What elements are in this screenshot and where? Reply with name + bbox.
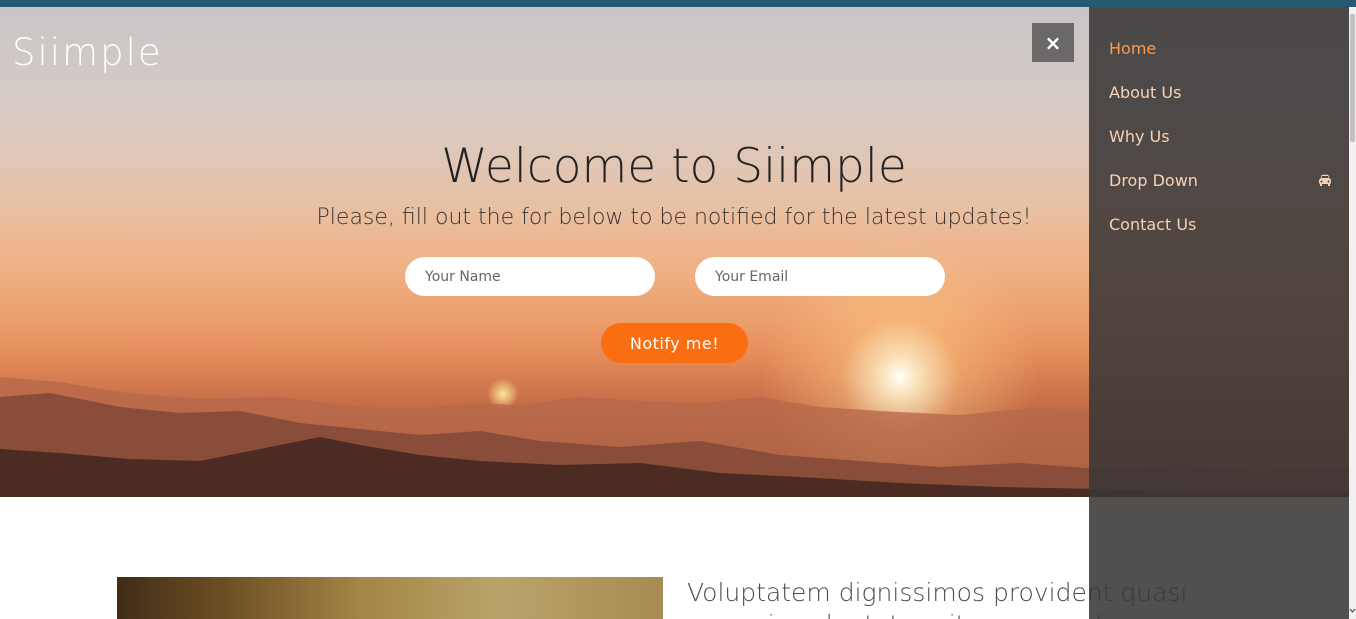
nav-item-label: About Us (1109, 82, 1182, 102)
nav-item-home[interactable]: Home (1109, 33, 1339, 63)
scroll-down-arrow-icon[interactable] (1349, 606, 1356, 616)
scrollbar-thumb[interactable] (1350, 14, 1355, 142)
nav-item-why-us[interactable]: Why Us (1109, 121, 1339, 151)
site-logo[interactable]: Siimple (12, 31, 163, 74)
nav-item-drop-down[interactable]: Drop Down (1109, 165, 1339, 195)
top-bar (0, 0, 1356, 7)
close-icon: × (1044, 30, 1062, 55)
nav-item-label: Contact Us (1109, 214, 1197, 234)
page: Siimple Welcome to Siimple Please, fill … (0, 0, 1356, 619)
car-icon (1319, 174, 1331, 186)
side-nav-menu: Home About Us Why Us Drop Down Contact U… (1089, 7, 1349, 619)
content-image (117, 577, 663, 619)
nav-item-label: Why Us (1109, 126, 1170, 146)
nav-item-label: Home (1109, 38, 1157, 58)
nav-item-contact-us[interactable]: Contact Us (1109, 209, 1339, 239)
email-input[interactable] (695, 257, 945, 296)
name-input[interactable] (405, 257, 655, 296)
nav-item-about-us[interactable]: About Us (1109, 77, 1339, 107)
close-menu-button[interactable]: × (1032, 23, 1074, 62)
nav-item-label: Drop Down (1109, 170, 1198, 190)
notify-button[interactable]: Notify me! (601, 323, 748, 363)
